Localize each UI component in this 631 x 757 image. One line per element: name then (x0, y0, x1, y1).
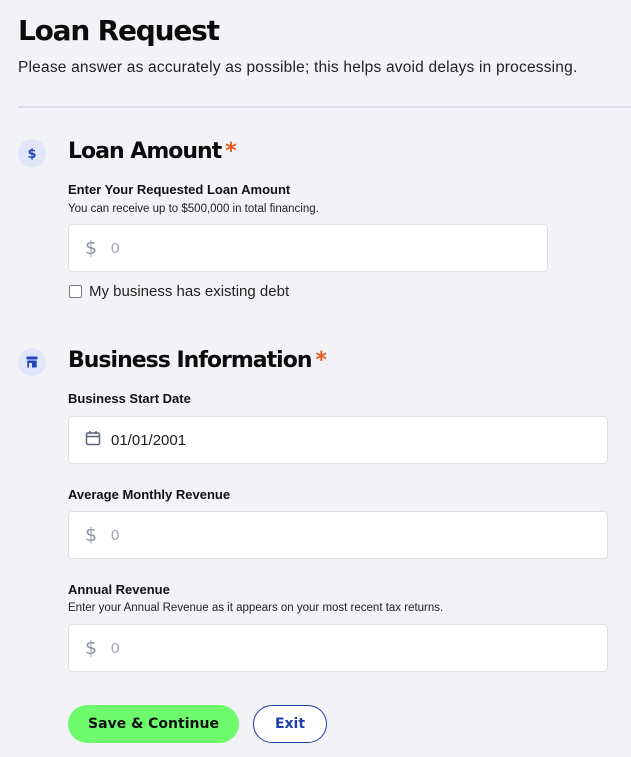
monthly-revenue-input[interactable]: $ 0 (68, 511, 608, 559)
monthly-revenue-placeholder: 0 (111, 526, 120, 544)
dollar-sign-icon: $ (85, 524, 98, 546)
business-info-section-title: Business Information * (68, 348, 327, 373)
page-title: Loan Request (18, 14, 220, 47)
svg-text:$: $ (27, 147, 36, 160)
page-subtitle: Please answer as accurately as possible;… (18, 59, 578, 76)
annual-revenue-input[interactable]: $ 0 (68, 624, 608, 672)
annual-revenue-help: Enter your Annual Revenue as it appears … (68, 602, 444, 614)
existing-debt-checkbox[interactable] (69, 285, 82, 298)
required-marker: * (315, 348, 326, 373)
existing-debt-row: My business has existing debt (69, 283, 289, 300)
loan-request-page: Loan Request Please answer as accurately… (0, 0, 631, 757)
existing-debt-label[interactable]: My business has existing debt (89, 283, 289, 300)
loan-amount-input[interactable]: $ 0 (68, 224, 548, 272)
business-info-title-text: Business Information (68, 348, 312, 373)
header-divider (18, 106, 631, 108)
calendar-icon[interactable] (85, 430, 101, 451)
loan-amount-placeholder: 0 (111, 239, 120, 257)
loan-amount-field-label: Enter Your Requested Loan Amount (68, 182, 291, 197)
annual-revenue-label: Annual Revenue (68, 582, 170, 597)
save-continue-button[interactable]: Save & Continue (68, 705, 239, 743)
start-date-label: Business Start Date (68, 391, 191, 406)
storefront-icon (18, 348, 46, 376)
loan-amount-title-text: Loan Amount (68, 139, 222, 164)
loan-amount-section-title: Loan Amount * (68, 139, 237, 164)
dollar-sign-icon: $ (85, 637, 98, 659)
annual-revenue-placeholder: 0 (111, 639, 120, 657)
monthly-revenue-label: Average Monthly Revenue (68, 487, 231, 502)
loan-amount-field-help: You can receive up to $500,000 in total … (68, 203, 319, 215)
dollar-icon: $ (18, 139, 46, 167)
start-date-value: 01/01/2001 (111, 431, 187, 449)
start-date-input[interactable]: 01/01/2001 (68, 416, 608, 464)
dollar-sign-icon: $ (85, 237, 98, 259)
required-marker: * (225, 139, 236, 164)
exit-button[interactable]: Exit (253, 705, 327, 743)
